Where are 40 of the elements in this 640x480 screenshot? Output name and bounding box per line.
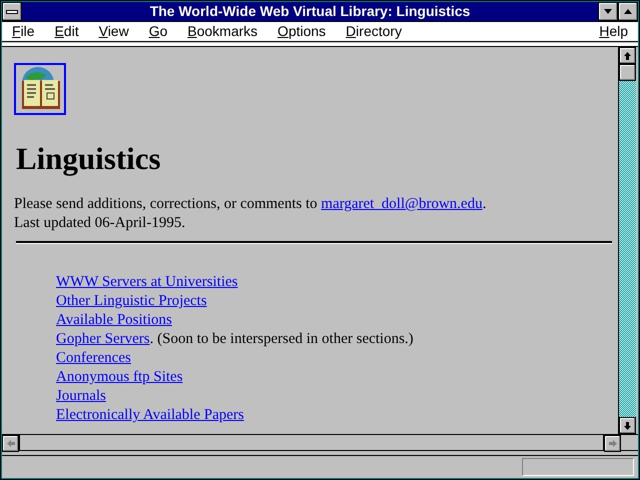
page-link[interactable]: Journals [56,388,106,404]
page-heading: Linguistics [16,141,162,177]
menu-item[interactable]: Go [138,21,178,42]
page-link[interactable]: Available Positions [56,312,172,328]
window-title: The World-Wide Web Virtual Library: Linguistics [150,2,470,18]
globe-book-icon[interactable] [14,63,66,115]
vertical-scrollbar[interactable] [618,47,636,434]
right-arrow-icon [608,440,616,447]
scroll-right-button[interactable] [604,435,621,452]
up-triangle-icon [624,9,632,14]
scroll-thumb[interactable] [619,64,636,81]
bar-icon [6,10,18,14]
page-link[interactable]: Electronically Available Papers [56,407,244,423]
page-link[interactable]: WWW Servers at Universities [56,274,238,290]
scroll-left-button[interactable] [2,435,19,452]
horizontal-scrollbar[interactable] [19,435,604,450]
menu-item[interactable]: Directory [336,21,412,42]
page-link[interactable]: Conferences [56,350,131,366]
menu-item[interactable]: Bookmarks [178,21,268,42]
minimize-button[interactable] [598,2,618,21]
menu-item[interactable]: Options [268,21,336,42]
contact-text: Please send additions, corrections, or comments to margaret_doll@brown.edu. [14,195,488,214]
down-triangle-icon [604,9,612,14]
down-arrow-icon [624,422,631,430]
scroll-up-button[interactable] [619,47,636,64]
email-link[interactable]: margaret_doll@brown.edu [321,196,482,212]
page-link[interactable]: Other Linguistic Projects [56,293,207,309]
left-arrow-icon [6,440,14,447]
system-menu-button[interactable] [2,2,22,21]
menu-item[interactable]: Edit [44,21,89,42]
menu-item[interactable]: File [2,21,45,42]
menu-item[interactable]: Help [589,21,638,42]
scroll-down-button[interactable] [619,417,636,434]
link-note: . (Soon to be interspersed in other sections.) [150,331,414,347]
page-link[interactable]: Gopher Servers [56,331,150,347]
maximize-button[interactable] [618,2,638,21]
last-updated-text: Last updated 06-April-1995. [14,214,186,233]
up-arrow-icon [624,52,631,60]
page-link[interactable]: Anonymous ftp Sites [56,369,183,385]
menu-item[interactable]: View [88,21,139,42]
